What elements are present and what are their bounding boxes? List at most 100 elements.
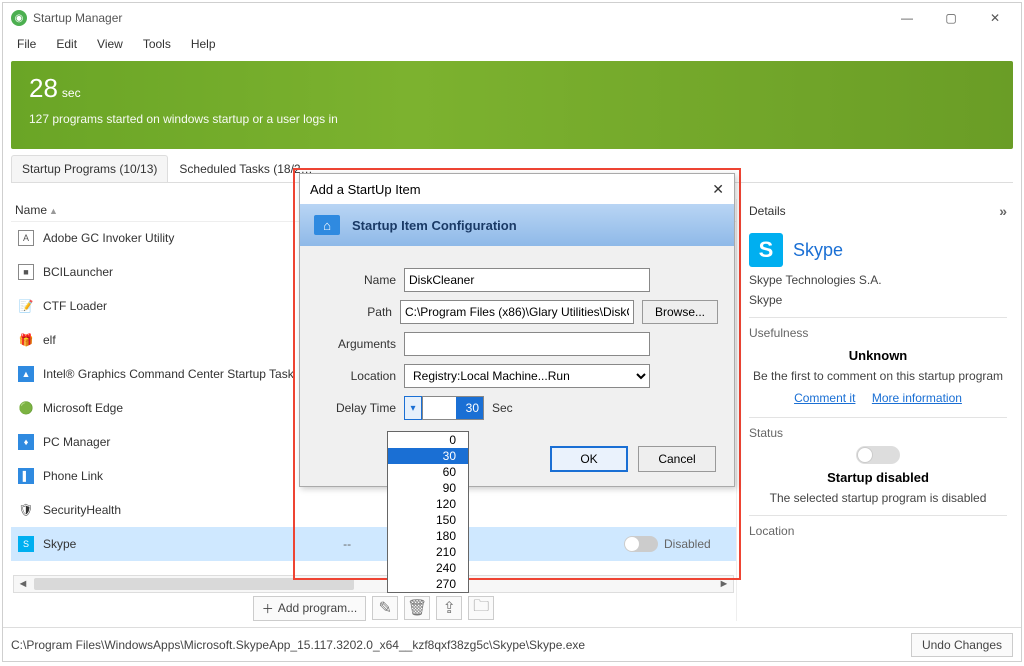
dialog-banner: ⌂ Startup Item Configuration bbox=[300, 204, 734, 246]
delay-dropdown[interactable]: 0306090120150180210240270 bbox=[387, 431, 469, 593]
program-name: SecurityHealth bbox=[43, 503, 121, 517]
delay-spinner[interactable]: ▾ Sec bbox=[404, 396, 513, 420]
name-label: Name bbox=[316, 273, 396, 287]
dialog-close-button[interactable]: ✕ bbox=[712, 181, 724, 198]
horizontal-scrollbar[interactable]: ◄ ► bbox=[13, 575, 734, 593]
detail-app-name: Skype bbox=[793, 240, 843, 261]
status-label: Status bbox=[749, 426, 1007, 440]
comment-link[interactable]: Comment it bbox=[794, 391, 855, 405]
startup-unit: sec bbox=[62, 86, 81, 100]
delay-option[interactable]: 210 bbox=[388, 544, 468, 560]
browse-button[interactable]: Browse... bbox=[642, 300, 718, 324]
dialog-banner-text: Startup Item Configuration bbox=[352, 218, 517, 233]
skype-logo-icon: S bbox=[749, 233, 783, 267]
status-desc: The selected startup program is disabled bbox=[749, 491, 1007, 505]
arguments-field[interactable] bbox=[404, 332, 650, 356]
chevron-down-icon[interactable]: ▾ bbox=[404, 396, 422, 420]
export-button[interactable]: ⇪ bbox=[436, 596, 462, 620]
app-icon-skype: S bbox=[18, 536, 34, 552]
scroll-left-icon[interactable]: ◄ bbox=[14, 578, 32, 590]
usefulness-value: Unknown bbox=[749, 348, 1007, 363]
location-label: Location bbox=[749, 524, 1007, 538]
open-folder-button[interactable]: 🗀 bbox=[468, 596, 494, 620]
delay-option[interactable]: 90 bbox=[388, 480, 468, 496]
program-name: Intel® Graphics Command Center Startup T… bbox=[43, 367, 294, 381]
delay-option[interactable]: 150 bbox=[388, 512, 468, 528]
dialog-title: Add a StartUp Item bbox=[310, 182, 421, 197]
delay-option[interactable]: 30 bbox=[388, 448, 468, 464]
add-program-button[interactable]: ＋ Add program... bbox=[253, 596, 366, 621]
titlebar: ◉ Startup Manager — ▢ ✕ bbox=[3, 3, 1021, 33]
app-icon-bci: ■ bbox=[18, 264, 34, 280]
list-header-label: Name bbox=[15, 203, 47, 217]
program-name: Phone Link bbox=[43, 469, 103, 483]
edit-button[interactable]: ✎ bbox=[372, 596, 398, 620]
sort-asc-icon: ▲ bbox=[49, 206, 58, 216]
menu-view[interactable]: View bbox=[89, 35, 131, 53]
app-window: ◉ Startup Manager — ▢ ✕ File Edit View T… bbox=[2, 2, 1022, 662]
delay-option[interactable]: 0 bbox=[388, 432, 468, 448]
menu-help[interactable]: Help bbox=[183, 35, 224, 53]
list-actions: ＋ Add program... ✎ 🗑 ⇪ 🗀 bbox=[11, 595, 736, 621]
scroll-thumb[interactable] bbox=[34, 578, 354, 590]
list-item[interactable]: S Skype -- Disabled bbox=[11, 527, 736, 561]
close-button[interactable]: ✕ bbox=[973, 4, 1017, 32]
delay-option[interactable]: 270 bbox=[388, 576, 468, 592]
tab-startup-programs[interactable]: Startup Programs (10/13) bbox=[11, 155, 168, 182]
location-label: Location bbox=[316, 369, 396, 383]
list-item[interactable]: 🛡 SecurityHealth bbox=[11, 493, 736, 527]
startup-seconds: 28 bbox=[29, 73, 58, 103]
cancel-button[interactable]: Cancel bbox=[638, 446, 716, 472]
program-name: CTF Loader bbox=[43, 299, 107, 313]
summary-banner: 28 sec 127 programs started on windows st… bbox=[11, 61, 1013, 149]
maximize-button[interactable]: ▢ bbox=[929, 4, 973, 32]
usefulness-label: Usefulness bbox=[749, 326, 1007, 340]
delay-option[interactable]: 120 bbox=[388, 496, 468, 512]
menu-file[interactable]: File bbox=[9, 35, 44, 53]
config-icon: ⌂ bbox=[314, 215, 340, 235]
plus-icon: ＋ bbox=[262, 600, 274, 617]
detail-product: Skype bbox=[749, 293, 1007, 307]
app-icon-intel: ▲ bbox=[18, 366, 34, 382]
export-icon: ⇪ bbox=[442, 598, 455, 618]
program-name: Microsoft Edge bbox=[43, 401, 123, 415]
path-field[interactable] bbox=[400, 300, 634, 324]
name-field[interactable] bbox=[404, 268, 650, 292]
ok-button[interactable]: OK bbox=[550, 446, 628, 472]
app-icon-pcmanager: ♦ bbox=[18, 434, 34, 450]
delay-option[interactable]: 240 bbox=[388, 560, 468, 576]
location-select[interactable]: Registry:Local Machine...Run bbox=[404, 364, 650, 388]
folder-icon: 🗀 bbox=[473, 595, 489, 622]
app-icon-adobe: A bbox=[18, 230, 34, 246]
undo-changes-button[interactable]: Undo Changes bbox=[911, 633, 1013, 657]
delay-option[interactable]: 180 bbox=[388, 528, 468, 544]
status-path: C:\Program Files\WindowsApps\Microsoft.S… bbox=[11, 638, 585, 652]
add-program-label: Add program... bbox=[278, 601, 357, 615]
arguments-label: Arguments bbox=[316, 337, 396, 351]
scroll-right-icon[interactable]: ► bbox=[715, 578, 733, 590]
program-name: PC Manager bbox=[43, 435, 110, 449]
expand-icon[interactable]: » bbox=[999, 203, 1007, 219]
pencil-icon: ✎ bbox=[378, 598, 391, 618]
delay-unit: Sec bbox=[492, 401, 513, 415]
dialog-form: Name Path Browse... Arguments Location R… bbox=[300, 246, 734, 438]
delay-label: Delay Time bbox=[316, 401, 396, 415]
delete-button[interactable]: 🗑 bbox=[404, 596, 430, 620]
details-panel: Details» S Skype Skype Technologies S.A.… bbox=[737, 199, 1013, 621]
menubar: File Edit View Tools Help bbox=[3, 33, 1021, 55]
trash-icon: 🗑 bbox=[407, 598, 427, 618]
minimize-button[interactable]: — bbox=[885, 4, 929, 32]
more-info-link[interactable]: More information bbox=[872, 391, 962, 405]
shield-icon: 🛡 bbox=[17, 501, 35, 519]
delay-field[interactable] bbox=[422, 396, 484, 420]
delay-option[interactable]: 60 bbox=[388, 464, 468, 480]
startup-subtitle: 127 programs started on windows startup … bbox=[29, 112, 995, 126]
program-state: Disabled bbox=[664, 537, 730, 551]
window-title: Startup Manager bbox=[33, 11, 885, 25]
enable-toggle[interactable] bbox=[624, 536, 658, 552]
menu-edit[interactable]: Edit bbox=[48, 35, 85, 53]
detail-company: Skype Technologies S.A. bbox=[749, 273, 1007, 287]
menu-tools[interactable]: Tools bbox=[135, 35, 179, 53]
add-startup-item-dialog: Add a StartUp Item ✕ ⌂ Startup Item Conf… bbox=[299, 173, 735, 487]
status-toggle[interactable] bbox=[856, 446, 900, 464]
